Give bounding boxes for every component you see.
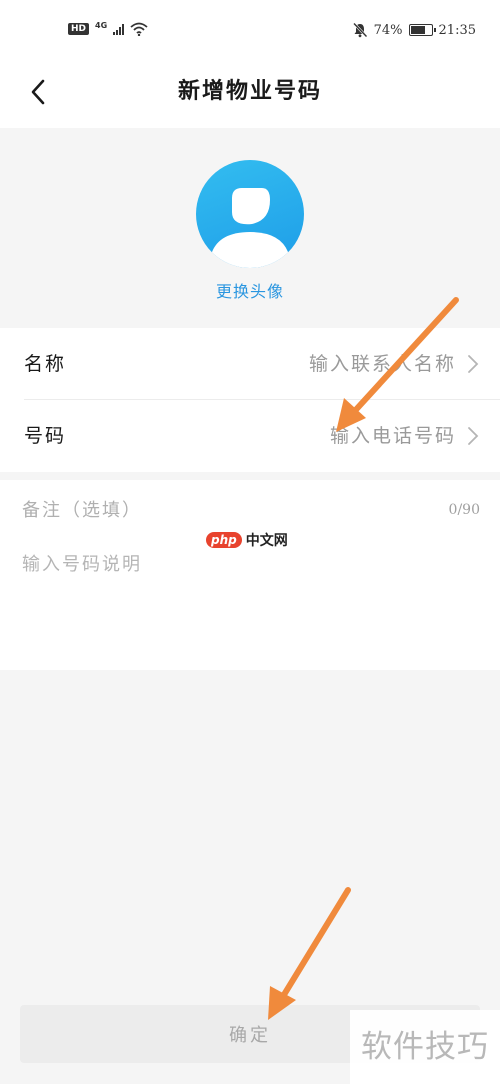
page-title: 新增物业号码 [177, 79, 322, 104]
signal-icon [113, 23, 125, 35]
battery-percent: 74% [373, 22, 403, 38]
phone-field[interactable]: 输入电话号码 [330, 400, 456, 472]
avatar-section: 更换头像 [0, 128, 500, 328]
name-label: 名称 [24, 353, 67, 375]
status-bar: HD 4G 74% 21:35 [0, 0, 500, 60]
chevron-right-icon [468, 355, 479, 373]
arrow-to-confirm-button [268, 887, 351, 1020]
status-right: 74% 21:35 [352, 22, 476, 38]
remark-input[interactable] [22, 550, 478, 650]
name-field[interactable]: 输入联系人名称 [309, 328, 456, 400]
name-row[interactable]: 名称 输入联系人名称 [0, 328, 500, 400]
remark-section: 备注（选填） 0/90 [0, 480, 500, 670]
remark-char-count: 0/90 [448, 502, 480, 518]
battery-icon [408, 24, 436, 36]
phone-label: 号码 [24, 425, 67, 447]
corner-watermark: 软件技巧 [350, 1010, 500, 1084]
battery-fill [410, 26, 425, 34]
clock: 21:35 [438, 22, 476, 38]
remark-title: 备注（选填） [22, 500, 142, 521]
network-type: 4G [95, 20, 108, 30]
contact-form: 名称 输入联系人名称 号码 输入电话号码 [0, 328, 500, 472]
change-avatar-link[interactable]: 更换头像 [0, 278, 500, 302]
status-left: HD 4G [68, 20, 148, 36]
bell-muted-icon [352, 22, 368, 38]
nav-bar: 新增物业号码 [0, 60, 500, 128]
chevron-right-icon [468, 427, 479, 445]
user-avatar-icon [212, 188, 288, 268]
php-watermark: php 中文网 [206, 530, 288, 550]
avatar[interactable] [196, 160, 304, 268]
wifi-icon [130, 22, 148, 36]
php-site-name: 中文网 [245, 533, 288, 549]
php-logo: php [206, 532, 242, 548]
phone-row[interactable]: 号码 输入电话号码 [0, 400, 500, 472]
hd-badge: HD [68, 23, 90, 35]
